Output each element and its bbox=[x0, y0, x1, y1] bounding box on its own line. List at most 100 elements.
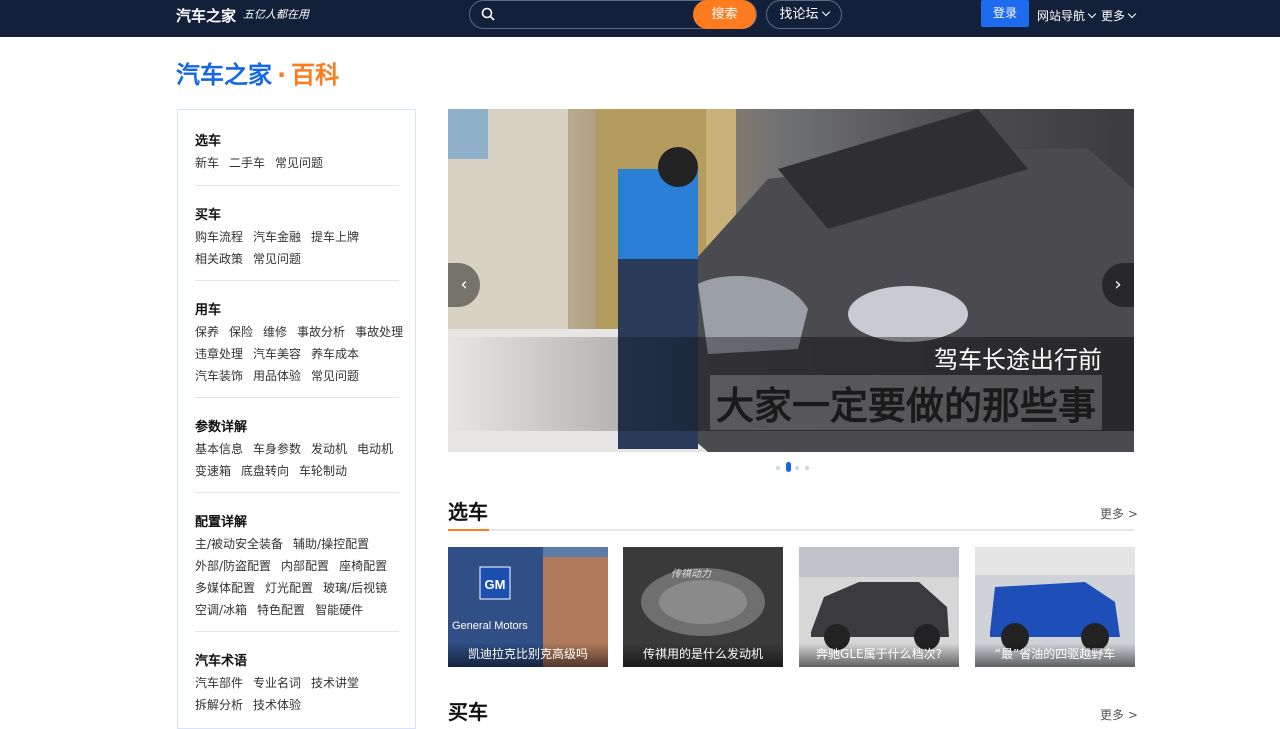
logo-brand: 汽车之家 bbox=[176, 61, 272, 89]
carousel-dot[interactable] bbox=[805, 466, 809, 470]
sidebar-link[interactable]: 底盘转向 bbox=[241, 464, 289, 478]
sidebar-section-title[interactable]: 用车 bbox=[195, 299, 399, 318]
carousel-dot[interactable] bbox=[776, 466, 780, 470]
sidebar-section: 用车 保养 保险 维修 事故分析 事故处理 违章处理 汽车美容 养车成本 汽车装饰 用品体验 常见问题 bbox=[195, 299, 403, 383]
sidebar-link-row: 拆解分析 技术体验 bbox=[195, 696, 399, 712]
sidebar-link[interactable]: 变速箱 bbox=[195, 464, 231, 478]
sidebar-link[interactable]: 相关政策 bbox=[195, 252, 243, 266]
sidebar-link[interactable]: 座椅配置 bbox=[339, 559, 387, 573]
buy-more-link[interactable]: 更多 > bbox=[1100, 706, 1138, 723]
sidebar-link[interactable]: 发动机 bbox=[311, 442, 347, 456]
engine-label: 传祺动力 bbox=[671, 568, 712, 580]
sidebar-link[interactable]: 汽车部件 bbox=[195, 676, 243, 690]
site-nav-label: 网站导航 bbox=[1037, 9, 1086, 23]
sidebar-link-row: 外部/防盗配置 内部配置 座椅配置 bbox=[195, 557, 399, 573]
carousel-pagination bbox=[776, 462, 816, 472]
sidebar-section: 参数详解基本信息 车身参数 发动机 电动机变速箱 底盘转向 车轮制动 bbox=[195, 416, 399, 478]
search-button[interactable]: 搜索 bbox=[693, 0, 756, 29]
sidebar-link[interactable]: 常见问题 bbox=[253, 252, 301, 266]
article-caption: “最”省油的四驱越野车 bbox=[975, 643, 1135, 667]
carousel-dot[interactable] bbox=[795, 466, 799, 470]
category-sidebar: 选车 新车 二手车 常见问题 买车 购车流程 汽车金融 提车上牌 相关政策 常见问题 用车 保养 保险维… bbox=[177, 109, 416, 729]
search-icon[interactable] bbox=[481, 7, 495, 21]
sidebar-divider bbox=[195, 280, 399, 281]
sidebar-section-title[interactable]: 选车 bbox=[195, 130, 399, 149]
article-card[interactable]: “最”省油的四驱越野车 bbox=[975, 547, 1135, 667]
sidebar-link[interactable]: 内部配置 bbox=[281, 559, 329, 573]
find-forum-button[interactable]: 找论坛 bbox=[766, 0, 842, 29]
site-brand[interactable]: 汽车之家 bbox=[176, 5, 236, 26]
sidebar-link[interactable]: 常见问题 bbox=[311, 369, 359, 383]
sidebar-link[interactable]: 车轮制动 bbox=[299, 464, 347, 478]
sidebar-link[interactable]: 空调/冰箱 bbox=[195, 603, 247, 617]
sidebar-link[interactable]: 用品体验 bbox=[253, 369, 301, 383]
sidebar-divider bbox=[195, 397, 399, 398]
sidebar-link[interactable]: 特色配置 bbox=[257, 603, 305, 617]
sidebar-link[interactable]: 车身参数 bbox=[253, 442, 301, 456]
sidebar-link[interactable]: 常见问题 bbox=[275, 156, 323, 170]
sidebar-link[interactable]: 智能硬件 bbox=[315, 603, 363, 617]
sidebar-link-row: 相关政策 常见问题 bbox=[195, 250, 399, 266]
sidebar-link[interactable]: 辅助/操控配置 bbox=[293, 537, 369, 551]
sidebar-divider bbox=[195, 631, 399, 632]
sidebar-link[interactable]: 灯光配置 bbox=[265, 581, 313, 595]
sidebar-link-row: 主/被动安全装备 辅助/操控配置 bbox=[195, 535, 399, 551]
article-caption: 凯迪拉克比别克高级吗 bbox=[448, 643, 608, 667]
article-card[interactable]: GM General Motors 凯迪拉克比别克高级吗 bbox=[448, 547, 608, 667]
sidebar-section: 配置详解 主/被动安全装备 辅助/操控配置 外部/防盗配置 内部配置 座椅配置 多媒体配置灯… bbox=[195, 511, 399, 617]
article-card[interactable]: 传祺动力 传祺用的是什么发动机 bbox=[623, 547, 783, 667]
article-card[interactable]: 奔驰GLE属于什么档次? bbox=[799, 547, 959, 667]
site-nav-menu[interactable]: 网站导航 bbox=[1037, 7, 1097, 24]
sidebar-link-row: 汽车部件 专业名词 技术讲堂 bbox=[195, 674, 399, 690]
more-menu[interactable]: 更多 bbox=[1101, 7, 1137, 24]
sidebar-section-title[interactable]: 买车 bbox=[195, 204, 399, 223]
article-caption: 传祺用的是什么发动机 bbox=[623, 643, 783, 667]
sidebar-link[interactable]: 购车流程 bbox=[195, 230, 243, 244]
sidebar-section: 买车购车流程 汽车金融 提车上牌相关政策 常见问题 bbox=[195, 204, 399, 266]
chevron-right-icon: › bbox=[1114, 274, 1122, 295]
sidebar-link[interactable]: 保养 bbox=[195, 325, 219, 339]
sidebar-link[interactable]: 养车成本 bbox=[311, 347, 359, 361]
sidebar-link-row: 保养 保险 维修 事故分析 事故处理 bbox=[195, 323, 403, 339]
sidebar-link[interactable]: 二手车 bbox=[229, 156, 265, 170]
sidebar-link[interactable]: 新车 bbox=[195, 156, 219, 170]
sidebar-link[interactable]: 事故处理 bbox=[355, 325, 403, 339]
sidebar-link[interactable]: 保险 bbox=[229, 325, 253, 339]
sidebar-link-row: 变速箱 底盘转向 车轮制动 bbox=[195, 462, 399, 478]
sidebar-link[interactable]: 电动机 bbox=[357, 442, 393, 456]
sidebar-link[interactable]: 玻璃/后视镜 bbox=[323, 581, 387, 595]
sidebar-divider bbox=[195, 492, 399, 493]
logo-dot: · bbox=[277, 61, 287, 89]
sidebar-link[interactable]: 维修 bbox=[263, 325, 287, 339]
carousel-dot[interactable] bbox=[786, 462, 791, 472]
banner-caption-large: 大家一定要做的那些事 bbox=[709, 375, 1102, 430]
sidebar-link[interactable]: 事故分析 bbox=[297, 325, 345, 339]
choose-more-link[interactable]: 更多 > bbox=[1100, 505, 1138, 522]
sidebar-link[interactable]: 外部/防盗配置 bbox=[195, 559, 271, 573]
search-input[interactable] bbox=[504, 4, 684, 25]
sidebar-link[interactable]: 主/被动安全装备 bbox=[195, 537, 283, 551]
find-forum-label: 找论坛 bbox=[779, 7, 819, 22]
sidebar-divider bbox=[195, 185, 399, 186]
chevron-left-icon: ‹ bbox=[460, 274, 468, 295]
sidebar-link[interactable]: 提车上牌 bbox=[311, 230, 359, 244]
sidebar-section-title[interactable]: 汽车术语 bbox=[195, 650, 399, 669]
sidebar-link[interactable]: 多媒体配置 bbox=[195, 581, 255, 595]
hero-carousel[interactable]: 驾车长途出行前 大家一定要做的那些事 ‹ › bbox=[448, 109, 1134, 452]
sidebar-section-title[interactable]: 配置详解 bbox=[195, 511, 399, 530]
sidebar-link[interactable]: 拆解分析 bbox=[195, 698, 243, 712]
sidebar-link[interactable]: 汽车美容 bbox=[253, 347, 301, 361]
section-divider bbox=[448, 529, 1134, 531]
sidebar-link[interactable]: 违章处理 bbox=[195, 347, 243, 361]
chevron-down-icon bbox=[1127, 9, 1137, 19]
sidebar-section-title[interactable]: 参数详解 bbox=[195, 416, 399, 435]
sidebar-link[interactable]: 技术讲堂 bbox=[311, 676, 359, 690]
sidebar-link[interactable]: 基本信息 bbox=[195, 442, 243, 456]
sidebar-link[interactable]: 技术体验 bbox=[253, 698, 301, 712]
sidebar-link[interactable]: 汽车金融 bbox=[253, 230, 301, 244]
sidebar-link[interactable]: 专业名词 bbox=[253, 676, 301, 690]
baike-logo[interactable]: 汽车之家 · 百科 bbox=[176, 55, 339, 90]
more-menu-label: 更多 bbox=[1101, 9, 1126, 23]
sidebar-link[interactable]: 汽车装饰 bbox=[195, 369, 243, 383]
login-button[interactable]: 登录 bbox=[981, 0, 1029, 27]
